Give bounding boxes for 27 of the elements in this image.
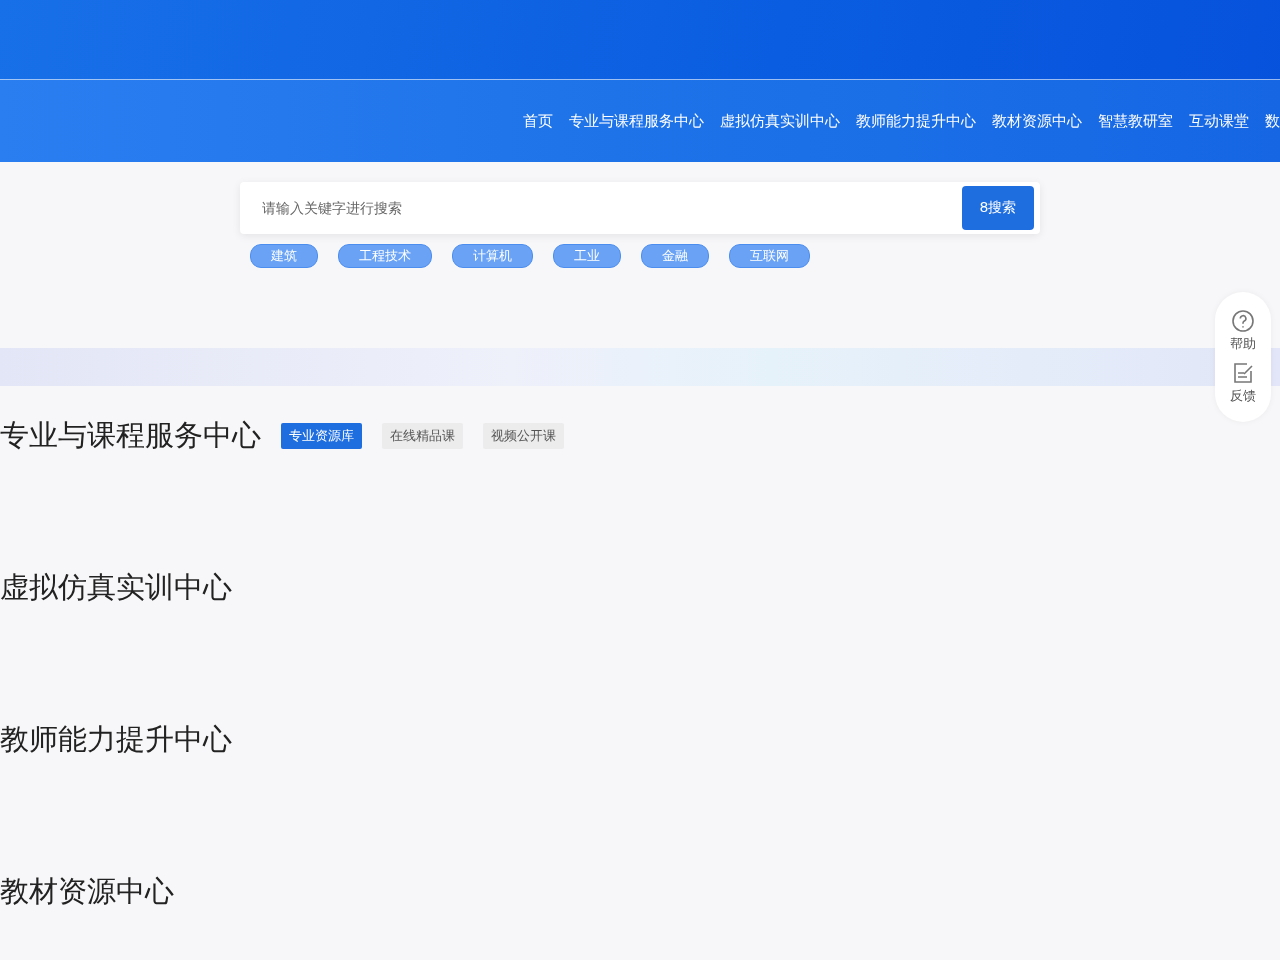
search-button[interactable]: 8搜索 <box>962 186 1034 230</box>
tag-chip[interactable]: 工业 <box>553 244 621 268</box>
side-tool-label[interactable]: 帮助 <box>1230 335 1256 353</box>
nav-link[interactable]: 虚拟仿真实训中心 <box>720 111 840 131</box>
section-tab[interactable]: 专业资源库 <box>281 423 362 449</box>
section-title: 专业与课程服务中心 <box>0 417 261 454</box>
nav-link[interactable]: 教师能力提升中心 <box>856 111 976 131</box>
help-icon[interactable] <box>1231 309 1255 333</box>
section-tab[interactable]: 视频公开课 <box>483 423 564 449</box>
nav-link[interactable]: 智慧教研室 <box>1098 111 1173 131</box>
section-tab[interactable]: 在线精品课 <box>382 423 463 449</box>
tag-chip[interactable]: 金融 <box>641 244 709 268</box>
nav-link[interactable]: 互动课堂 <box>1189 111 1249 131</box>
tag-chip[interactable]: 计算机 <box>452 244 533 268</box>
section-title: 教师能力提升中心 <box>0 721 232 758</box>
tag-chip[interactable]: 互联网 <box>729 244 810 268</box>
tag-chip[interactable]: 工程技术 <box>338 244 432 268</box>
edit-icon[interactable] <box>1231 361 1255 385</box>
section-title: 虚拟仿真实训中心 <box>0 569 232 606</box>
section-title: 教材资源中心 <box>0 873 174 910</box>
tag-chip[interactable]: 建筑 <box>250 244 318 268</box>
nav-link[interactable]: 首页 <box>523 111 553 131</box>
nav-link[interactable]: 专业与课程服务中心 <box>569 111 704 131</box>
side-tool-label[interactable]: 反馈 <box>1230 387 1256 405</box>
nav-link[interactable]: 教材资源中心 <box>992 111 1082 131</box>
nav-link[interactable]: 数 <box>1265 111 1280 131</box>
search-field[interactable]: 请输入关键字进行搜索 8搜索 <box>240 182 1040 234</box>
